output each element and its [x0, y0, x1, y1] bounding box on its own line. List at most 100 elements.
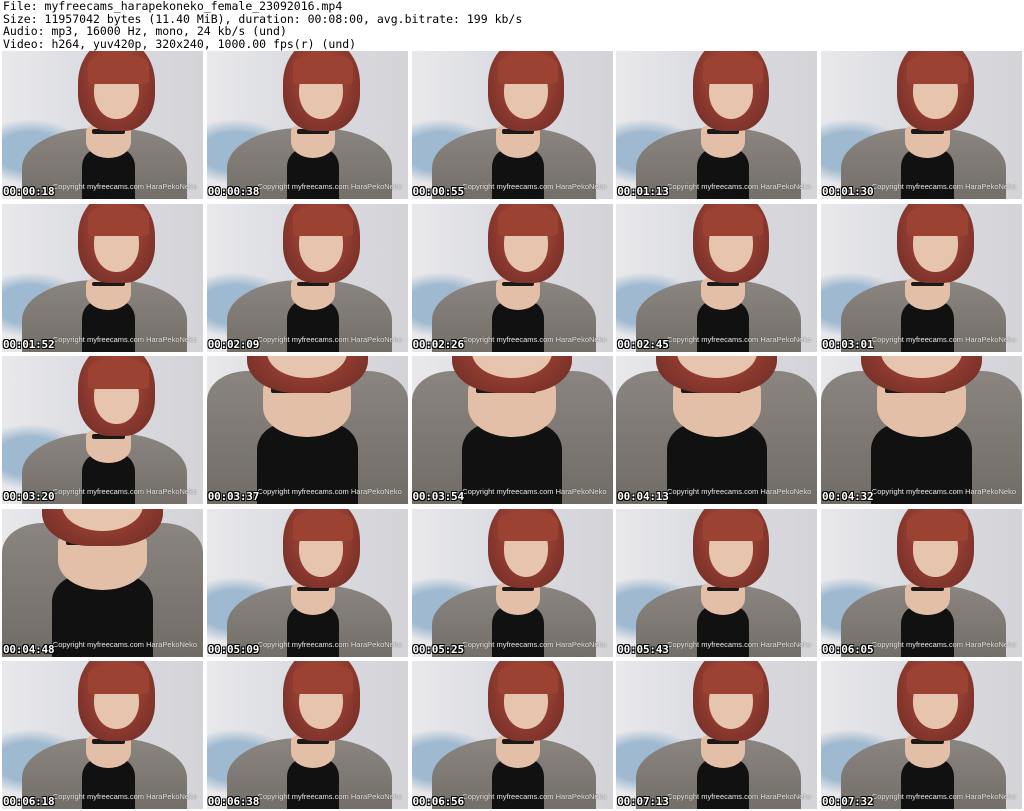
watermark: Copyright myfreecams.com HaraPekoNeko	[462, 182, 607, 191]
video-thumbnail: Copyright myfreecams.com HaraPekoNeko 00:…	[616, 508, 818, 657]
watermark: Copyright myfreecams.com HaraPekoNeko	[462, 487, 607, 496]
watermark: Copyright myfreecams.com HaraPekoNeko	[462, 334, 607, 344]
watermark: Copyright myfreecams.com HaraPekoNeko	[462, 639, 607, 649]
video-thumbnail: Copyright myfreecams.com HaraPekoNeko 00:…	[206, 51, 408, 199]
timestamp-label: 00:05:09	[207, 642, 260, 656]
watermark: Copyright myfreecams.com HaraPekoNeko	[257, 792, 402, 801]
bangs	[702, 206, 763, 237]
watermark: Copyright myfreecams.com HaraPekoNeko	[462, 792, 607, 801]
bangs	[497, 663, 559, 694]
video-thumbnail: Copyright myfreecams.com HaraPekoNeko 00:…	[821, 356, 1022, 504]
timestamp-label: 00:03:37	[207, 490, 260, 503]
video-thumbnail: Copyright myfreecams.com HaraPekoNeko 00:…	[206, 203, 408, 352]
file-name-line: File: myfreecams_harapekoneko_female_230…	[3, 0, 343, 13]
video-thumbnail: Copyright myfreecams.com HaraPekoNeko 00:…	[2, 51, 203, 199]
bangs	[907, 511, 968, 542]
bangs	[907, 206, 968, 237]
timestamp-label: 00:00:55	[412, 185, 465, 198]
video-thumbnail: Copyright myfreecams.com HaraPekoNeko 00:…	[206, 356, 408, 504]
timestamp-label: 00:01:52	[3, 337, 55, 351]
watermark: Copyright myfreecams.com HaraPekoNeko	[52, 639, 197, 649]
bangs	[497, 206, 559, 237]
video-thumbnail: Copyright myfreecams.com HaraPekoNeko 00:…	[411, 51, 613, 199]
video-thumbnail: Copyright myfreecams.com HaraPekoNeko 00:…	[206, 661, 408, 809]
timestamp-label: 00:07:32	[822, 795, 874, 808]
video-thumbnail: Copyright myfreecams.com HaraPekoNeko 00:…	[616, 51, 818, 199]
timestamp-label: 00:04:13	[617, 490, 669, 503]
bangs	[907, 53, 968, 84]
watermark: Copyright myfreecams.com HaraPekoNeko	[871, 487, 1016, 496]
timestamp-label: 00:05:43	[617, 642, 669, 656]
timestamp-label: 00:02:09	[207, 337, 260, 351]
video-info-line: Video: h264, yuv420p, 320x240, 1000.00 f…	[3, 36, 357, 51]
watermark: Copyright myfreecams.com HaraPekoNeko	[871, 639, 1016, 649]
bangs	[88, 53, 149, 84]
watermark: Copyright myfreecams.com HaraPekoNeko	[667, 334, 812, 344]
timestamp-label: 00:01:30	[822, 185, 874, 198]
watermark: Copyright myfreecams.com HaraPekoNeko	[667, 487, 812, 496]
video-thumbnail: Copyright myfreecams.com HaraPekoNeko 00:…	[616, 203, 818, 352]
bangs	[88, 663, 149, 694]
watermark: Copyright myfreecams.com HaraPekoNeko	[667, 182, 812, 191]
video-thumbnail: Copyright myfreecams.com HaraPekoNeko 00:…	[821, 203, 1022, 352]
timestamp-label: 00:03:01	[822, 337, 874, 351]
video-thumbnail: Copyright myfreecams.com HaraPekoNeko 00:…	[2, 203, 203, 352]
watermark: Copyright myfreecams.com HaraPekoNeko	[257, 639, 402, 649]
video-thumbnail: Copyright myfreecams.com HaraPekoNeko 00:…	[821, 508, 1022, 657]
watermark: Copyright myfreecams.com HaraPekoNeko	[667, 792, 812, 801]
bangs	[497, 511, 559, 542]
video-thumbnail: Copyright myfreecams.com HaraPekoNeko 00:…	[616, 356, 818, 504]
bangs	[907, 663, 968, 694]
timestamp-label: 00:02:45	[617, 337, 669, 351]
bangs	[88, 358, 149, 389]
timestamp-label: 00:04:48	[3, 642, 55, 656]
watermark: Copyright myfreecams.com HaraPekoNeko	[871, 334, 1016, 344]
watermark: Copyright myfreecams.com HaraPekoNeko	[52, 792, 197, 801]
timestamp-label: 00:03:20	[3, 490, 55, 503]
timestamp-label: 00:03:54	[412, 490, 465, 503]
timestamp-label: 00:06:38	[207, 795, 260, 808]
bangs	[497, 53, 559, 84]
watermark: Copyright myfreecams.com HaraPekoNeko	[52, 182, 197, 191]
file-info-header: File: myfreecams_harapekoneko_female_230…	[3, 0, 1021, 51]
watermark: Copyright myfreecams.com HaraPekoNeko	[871, 182, 1016, 191]
bangs	[293, 53, 354, 84]
watermark: Copyright myfreecams.com HaraPekoNeko	[257, 487, 402, 496]
timestamp-label: 00:06:56	[412, 795, 465, 808]
video-thumbnail: Copyright myfreecams.com HaraPekoNeko 00:…	[206, 508, 408, 657]
video-thumbnail: Copyright myfreecams.com HaraPekoNeko 00:…	[616, 661, 818, 809]
timestamp-label: 00:04:32	[822, 490, 874, 503]
watermark: Copyright myfreecams.com HaraPekoNeko	[871, 792, 1016, 801]
bangs	[702, 53, 763, 84]
timestamp-label: 00:00:38	[207, 185, 260, 198]
video-thumbnail: Copyright myfreecams.com HaraPekoNeko 00:…	[411, 508, 613, 657]
bangs	[293, 511, 354, 542]
watermark: Copyright myfreecams.com HaraPekoNeko	[257, 182, 402, 191]
watermark: Copyright myfreecams.com HaraPekoNeko	[667, 639, 812, 649]
video-thumbnail: Copyright myfreecams.com HaraPekoNeko 00:…	[2, 661, 203, 809]
bangs	[702, 663, 763, 694]
bangs	[702, 511, 763, 542]
video-thumbnail: Copyright myfreecams.com HaraPekoNeko 00:…	[821, 51, 1022, 199]
watermark: Copyright myfreecams.com HaraPekoNeko	[52, 334, 197, 344]
video-thumbnail: Copyright myfreecams.com HaraPekoNeko 00:…	[2, 508, 203, 657]
timestamp-label: 00:07:13	[617, 795, 669, 808]
watermark: Copyright myfreecams.com HaraPekoNeko	[257, 334, 402, 344]
audio-info-line: Audio: mp3, 16000 Hz, mono, 24 kb/s (und…	[3, 24, 287, 38]
bangs	[88, 206, 149, 237]
video-thumbnail: Copyright myfreecams.com HaraPekoNeko 00:…	[411, 661, 613, 809]
video-thumbnail: Copyright myfreecams.com HaraPekoNeko 00:…	[411, 203, 613, 352]
timestamp-label: 00:00:18	[3, 185, 55, 198]
thumbnail-grid: Copyright myfreecams.com HaraPekoNeko 00:…	[2, 51, 1022, 809]
timestamp-label: 00:06:18	[3, 795, 55, 808]
bangs	[293, 663, 354, 694]
video-thumbnail: Copyright myfreecams.com HaraPekoNeko 00:…	[821, 661, 1022, 809]
bangs	[293, 206, 354, 237]
timestamp-label: 00:01:13	[617, 185, 669, 198]
watermark: Copyright myfreecams.com HaraPekoNeko	[52, 487, 197, 496]
timestamp-label: 00:02:26	[412, 337, 465, 351]
video-thumbnail: Copyright myfreecams.com HaraPekoNeko 00:…	[411, 356, 613, 504]
timestamp-label: 00:05:25	[412, 642, 465, 656]
video-thumbnail: Copyright myfreecams.com HaraPekoNeko 00:…	[2, 356, 203, 504]
timestamp-label: 00:06:05	[822, 642, 874, 656]
